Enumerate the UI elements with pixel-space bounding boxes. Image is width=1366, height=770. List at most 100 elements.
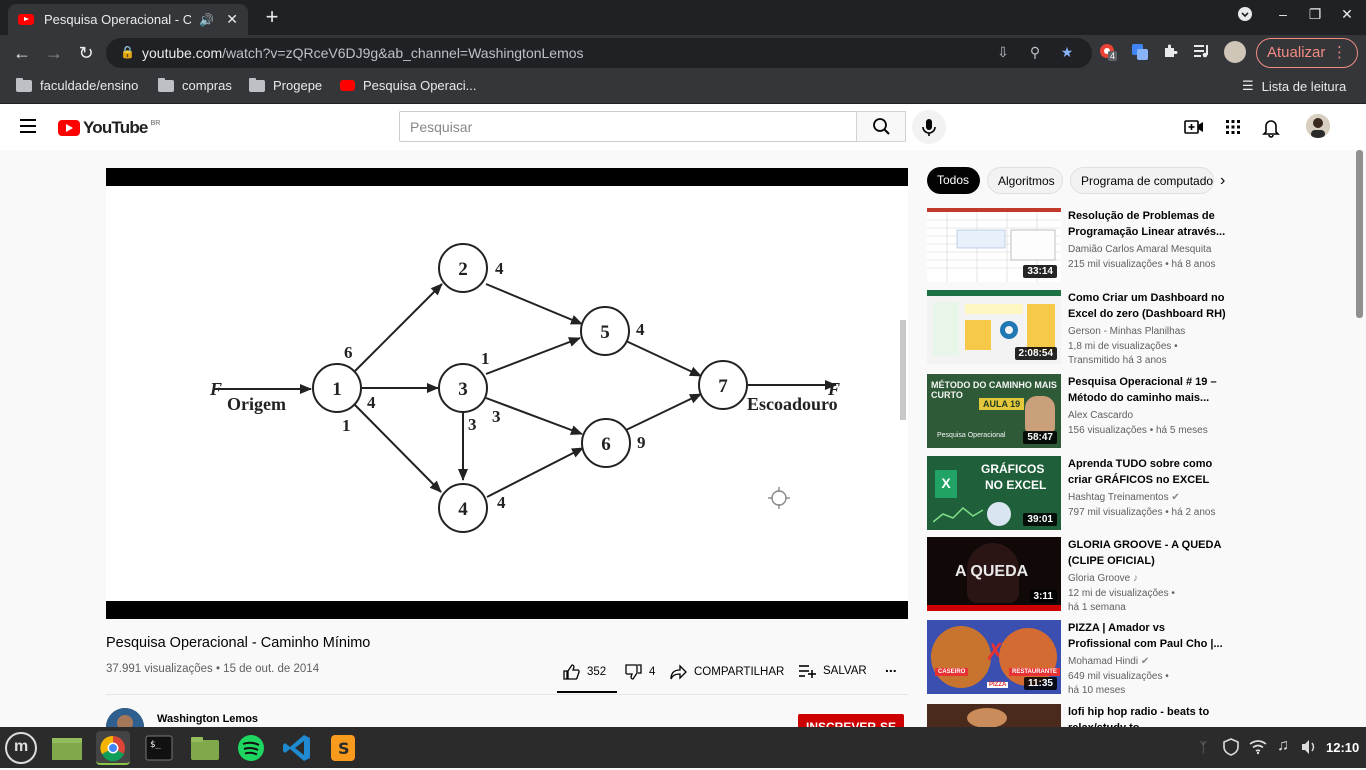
- address-bar[interactable]: 🔒 youtube.com/watch?v=zQRceV6DJ9g&ab_cha…: [106, 38, 1092, 68]
- thumbs-up-icon: [563, 664, 580, 680]
- menu-icon[interactable]: [20, 119, 36, 133]
- bookmark-faculdade[interactable]: faculdade/ensino: [16, 77, 138, 93]
- bluetooth-icon[interactable]: ᛉ: [1199, 739, 1207, 755]
- chip-todos[interactable]: Todos: [927, 167, 980, 194]
- volume-icon[interactable]: [1300, 739, 1318, 760]
- recommendation-item[interactable]: MÉTODO DO CAMINHO MAIS CURTO AULA 19 Pes…: [927, 374, 1347, 450]
- presenter-icon: [1025, 396, 1055, 432]
- divider: [106, 694, 908, 695]
- wifi-icon[interactable]: [1249, 739, 1267, 760]
- recommendation-title[interactable]: Como Criar um Dashboard no Excel do zero…: [1068, 290, 1228, 322]
- new-tab-button[interactable]: +: [260, 4, 284, 30]
- vscode-icon[interactable]: [280, 731, 314, 765]
- video-thumbnail[interactable]: A QUEDA 3:11: [927, 537, 1061, 611]
- dislike-button[interactable]: 4: [625, 664, 655, 680]
- recommendation-channel[interactable]: Gerson - Minhas Planilhas: [1068, 326, 1185, 337]
- youtube-logo[interactable]: YouTube BR: [58, 118, 160, 138]
- extensions-puzzle-icon[interactable]: [1160, 43, 1180, 63]
- video-thumbnail[interactable]: 33:14: [927, 208, 1061, 282]
- thumbs-down-icon: [625, 664, 642, 680]
- recommendation-item[interactable]: X GRÁFICOS NO EXCEL 39:01 Aprenda TUDO s…: [927, 456, 1347, 532]
- files-folder-icon[interactable]: [188, 731, 222, 765]
- video-thumbnail[interactable]: X GRÁFICOS NO EXCEL 39:01: [927, 456, 1061, 530]
- recommendation-item[interactable]: lofi hip hop radio - beats to relax/stud…: [927, 704, 1347, 727]
- chevron-right-icon[interactable]: ›: [1220, 172, 1225, 190]
- profile-avatar-icon[interactable]: [1224, 41, 1246, 63]
- share-button[interactable]: COMPARTILHAR: [670, 664, 784, 680]
- url-text[interactable]: youtube.com/watch?v=zQRceV6DJ9g&ab_chann…: [142, 45, 584, 61]
- update-button[interactable]: Atualizar ⋮: [1256, 38, 1358, 68]
- recommendation-channel[interactable]: Alex Cascardo: [1068, 410, 1133, 421]
- maximize-icon[interactable]: ❐: [1304, 6, 1326, 28]
- bookmark-star-icon[interactable]: ★: [1058, 44, 1076, 61]
- video-thumbnail[interactable]: MÉTODO DO CAMINHO MAIS CURTO AULA 19 Pes…: [927, 374, 1061, 448]
- clock[interactable]: 12:10: [1326, 740, 1359, 755]
- apps-grid-icon[interactable]: [1222, 116, 1244, 138]
- more-actions-button[interactable]: ...: [885, 659, 897, 675]
- close-window-icon[interactable]: ✕: [1336, 6, 1358, 28]
- search-input[interactable]: Pesquisar: [399, 111, 857, 142]
- music-note-icon[interactable]: ♫: [1277, 737, 1289, 755]
- recommendation-item[interactable]: A QUEDA 3:11 GLORIA GROOVE - A QUEDA (CL…: [927, 537, 1347, 613]
- notifications-bell-icon[interactable]: [1260, 116, 1282, 138]
- chip-algoritmos[interactable]: Algoritmos: [987, 167, 1063, 194]
- speaker-icon[interactable]: 🔊: [199, 13, 214, 27]
- recommendation-channel[interactable]: Damião Carlos Amaral Mesquita: [1068, 244, 1211, 255]
- spotify-icon[interactable]: [234, 731, 268, 765]
- page-scrollbar-thumb[interactable]: [1356, 150, 1363, 318]
- show-desktop-icon[interactable]: [50, 731, 84, 765]
- reload-icon[interactable]: ↻: [72, 39, 100, 67]
- youtube-play-icon: [58, 120, 80, 136]
- recommendation-meta: 649 mil visualizações • há 10 meses: [1068, 671, 1169, 696]
- youtube-masthead: YouTube BR Pesquisar: [0, 104, 1366, 150]
- account-avatar[interactable]: [1306, 114, 1330, 138]
- forward-arrow-icon[interactable]: →: [40, 39, 68, 67]
- zoom-icon[interactable]: ⚲: [1026, 44, 1044, 61]
- recommendation-title[interactable]: Aprenda TUDO sobre como criar GRÁFICOS n…: [1068, 456, 1228, 488]
- video-thumbnail[interactable]: [927, 704, 1061, 727]
- recommendation-item[interactable]: 33:14 Resolução de Problemas de Programa…: [927, 208, 1347, 284]
- video-player[interactable]: 1 2 3 4 5 6 7 F Origem Escoadouro F 6 4 …: [106, 168, 908, 619]
- shield-update-icon[interactable]: [1222, 738, 1240, 761]
- bookmark-compras[interactable]: compras: [158, 77, 232, 93]
- recommendation-channel[interactable]: Hashtag Treinamentos ✔: [1068, 492, 1180, 503]
- tab-search-icon[interactable]: [1234, 6, 1256, 28]
- bookmark-progepe[interactable]: Progepe: [249, 77, 322, 93]
- reading-list-button[interactable]: ☰ Lista de leitura: [1242, 78, 1346, 94]
- voice-search-button[interactable]: [912, 110, 946, 144]
- recommendation-title[interactable]: GLORIA GROOVE - A QUEDA (CLIPE OFICIAL): [1068, 537, 1228, 569]
- create-video-icon[interactable]: [1183, 116, 1205, 138]
- recommendation-title[interactable]: PIZZA | Amador vs Profissional com Paul …: [1068, 620, 1228, 652]
- media-queue-icon[interactable]: [1192, 43, 1212, 63]
- translate-icon[interactable]: [1130, 43, 1150, 63]
- chrome-taskbar-icon[interactable]: [96, 731, 130, 765]
- extension-record-icon[interactable]: 4: [1098, 43, 1118, 63]
- install-app-icon[interactable]: ⇩: [994, 44, 1012, 61]
- video-thumbnail[interactable]: ✗ CASEIRO PIZZA RESTAURANTE 11:35: [927, 620, 1061, 694]
- recommendation-title[interactable]: Pesquisa Operacional # 19 – Método do ca…: [1068, 374, 1228, 406]
- recommendation-title[interactable]: Resolução de Problemas de Programação Li…: [1068, 208, 1228, 240]
- back-arrow-icon[interactable]: ←: [8, 39, 36, 67]
- video-thumbnail[interactable]: 2:08:54: [927, 290, 1061, 364]
- recommendation-channel[interactable]: Gloria Groove ♪: [1068, 573, 1138, 584]
- recommendation-title[interactable]: lofi hip hop radio - beats to relax/stud…: [1068, 704, 1228, 727]
- terminal-icon[interactable]: $_: [142, 731, 176, 765]
- recommendation-channel[interactable]: Mohamad Hindi ✔: [1068, 656, 1149, 667]
- channel-name[interactable]: Washington Lemos: [157, 713, 258, 725]
- mint-menu-icon[interactable]: m: [5, 732, 37, 764]
- search-button[interactable]: [856, 111, 906, 142]
- edge-weight: 9: [637, 433, 646, 452]
- save-button[interactable]: SALVAR: [798, 664, 867, 678]
- lock-icon[interactable]: 🔒: [120, 45, 135, 59]
- sublime-text-icon[interactable]: S: [326, 731, 360, 765]
- chip-programa[interactable]: Programa de computado: [1070, 167, 1214, 194]
- bookmark-pesquisa[interactable]: Pesquisa Operaci...: [340, 78, 476, 93]
- pie-chart-icon: [987, 502, 1011, 526]
- recommendation-item[interactable]: ✗ CASEIRO PIZZA RESTAURANTE 11:35 PIZZA …: [927, 620, 1347, 696]
- browser-tab-active[interactable]: Pesquisa Operacional - Ca 🔊 ✕: [8, 4, 248, 35]
- minimize-icon[interactable]: –: [1272, 6, 1294, 28]
- like-button[interactable]: 352: [563, 664, 606, 680]
- recommendation-item[interactable]: 2:08:54 Como Criar um Dashboard no Excel…: [927, 290, 1347, 366]
- frame-scrollbar-thumb[interactable]: [900, 320, 906, 420]
- close-tab-icon[interactable]: ✕: [226, 11, 238, 28]
